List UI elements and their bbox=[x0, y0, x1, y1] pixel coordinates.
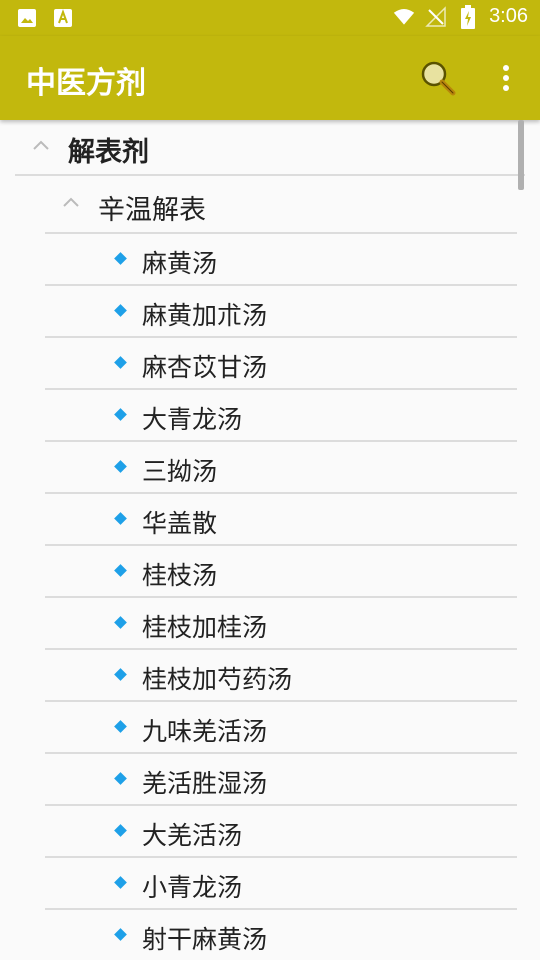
item-label: 桂枝汤 bbox=[142, 561, 218, 590]
diamond-bullet-icon bbox=[114, 356, 127, 369]
subgroup-label: 辛温解表 bbox=[98, 195, 206, 226]
list-item[interactable]: 大青龙汤 bbox=[45, 390, 517, 442]
list-item[interactable]: 桂枝加桂汤 bbox=[45, 598, 517, 650]
item-label: 九味羌活汤 bbox=[142, 717, 268, 746]
status-bar: 3:06 bbox=[0, 0, 540, 36]
more-options-button[interactable] bbox=[490, 58, 522, 98]
formula-tree: 解表剂 辛温解表 麻黄汤 麻黄加朮汤 麻杏苡甘汤 大青龙汤 三拗汤 华盖散 桂枝… bbox=[0, 120, 540, 960]
list-item[interactable]: 华盖散 bbox=[45, 494, 517, 546]
list-item[interactable]: 桂枝加芍药汤 bbox=[45, 650, 517, 702]
item-label: 麻杏苡甘汤 bbox=[142, 353, 268, 382]
list-item[interactable]: 小青龙汤 bbox=[45, 858, 517, 910]
item-label: 华盖散 bbox=[142, 509, 218, 538]
list-item[interactable]: 羌活胜湿汤 bbox=[45, 754, 517, 806]
item-label: 桂枝加桂汤 bbox=[142, 613, 268, 642]
list-item[interactable]: 射干麻黄汤 bbox=[45, 910, 517, 960]
diamond-bullet-icon bbox=[114, 512, 127, 525]
clock: 3:06 bbox=[489, 5, 528, 27]
list-item[interactable]: 麻杏苡甘汤 bbox=[45, 338, 517, 390]
chevron-up-icon bbox=[33, 140, 49, 150]
more-vert-icon bbox=[503, 65, 509, 91]
app-title: 中医方剂 bbox=[26, 66, 146, 101]
chevron-up-icon bbox=[63, 197, 79, 207]
list-item[interactable]: 大羌活汤 bbox=[45, 806, 517, 858]
text-a-icon bbox=[52, 7, 74, 29]
diamond-bullet-icon bbox=[114, 876, 127, 889]
wifi-icon bbox=[393, 6, 415, 28]
scrollbar[interactable] bbox=[518, 120, 524, 190]
item-label: 小青龙汤 bbox=[142, 873, 243, 902]
search-icon bbox=[421, 61, 456, 96]
diamond-bullet-icon bbox=[114, 304, 127, 317]
item-label: 大羌活汤 bbox=[142, 821, 243, 850]
list-item[interactable]: 麻黄汤 bbox=[45, 234, 517, 286]
diamond-bullet-icon bbox=[114, 720, 127, 733]
diamond-bullet-icon bbox=[114, 616, 127, 629]
item-label: 羌活胜湿汤 bbox=[142, 769, 268, 798]
image-icon bbox=[16, 7, 38, 29]
search-button[interactable] bbox=[418, 58, 458, 98]
subgroup-header-xinwenjiebiao[interactable]: 辛温解表 bbox=[45, 176, 517, 234]
item-label: 射干麻黄汤 bbox=[142, 925, 268, 954]
list-item[interactable]: 桂枝汤 bbox=[45, 546, 517, 598]
item-label: 三拗汤 bbox=[142, 457, 218, 486]
item-label: 桂枝加芍药汤 bbox=[142, 665, 293, 694]
diamond-bullet-icon bbox=[114, 252, 127, 265]
diamond-bullet-icon bbox=[114, 824, 127, 837]
app-bar: 中医方剂 bbox=[0, 36, 540, 120]
item-label: 麻黄汤 bbox=[142, 249, 218, 278]
item-label: 大青龙汤 bbox=[142, 405, 243, 434]
diamond-bullet-icon bbox=[114, 564, 127, 577]
list-item[interactable]: 麻黄加朮汤 bbox=[45, 286, 517, 338]
diamond-bullet-icon bbox=[114, 408, 127, 421]
diamond-bullet-icon bbox=[114, 668, 127, 681]
diamond-bullet-icon bbox=[114, 460, 127, 473]
diamond-bullet-icon bbox=[114, 928, 127, 941]
item-label: 麻黄加朮汤 bbox=[142, 301, 268, 330]
group-label: 解表剂 bbox=[68, 137, 149, 168]
diamond-bullet-icon bbox=[114, 772, 127, 785]
battery-charging-icon bbox=[457, 4, 479, 29]
list-item[interactable]: 三拗汤 bbox=[45, 442, 517, 494]
list-item[interactable]: 九味羌活汤 bbox=[45, 702, 517, 754]
group-header-jiebiaoji[interactable]: 解表剂 bbox=[15, 120, 525, 176]
no-signal-icon bbox=[425, 5, 447, 28]
